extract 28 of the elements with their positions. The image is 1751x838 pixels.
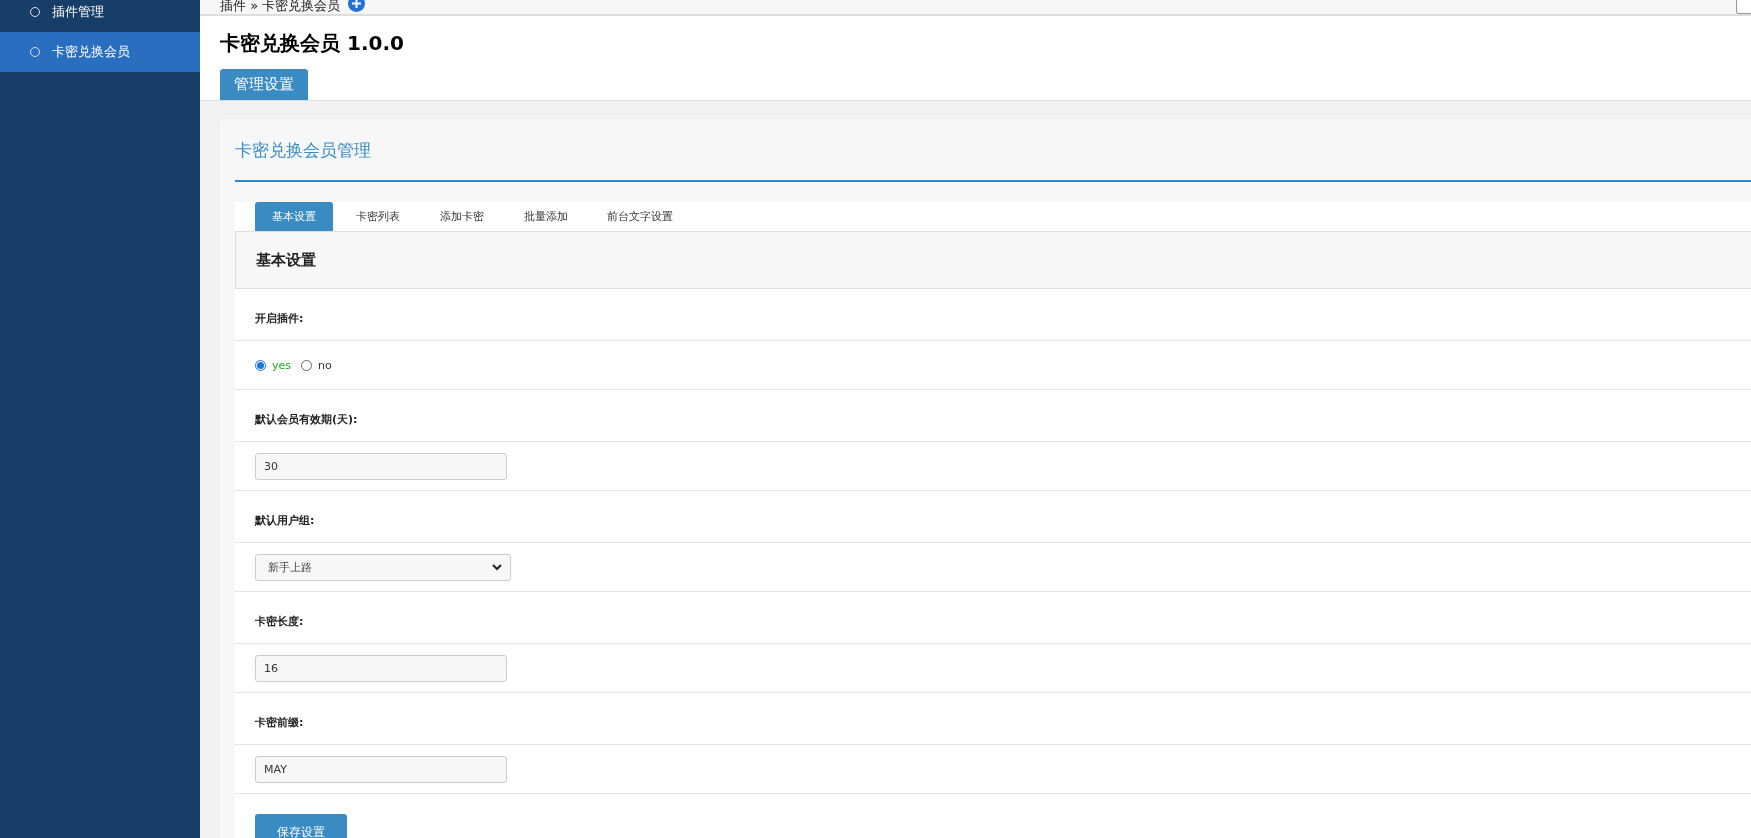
radio-button[interactable]: [301, 359, 312, 371]
field-label: 卡密长度:: [255, 614, 304, 629]
chevron-down-icon: [492, 563, 502, 571]
save-button[interactable]: 保存设置: [255, 814, 347, 838]
page-title: 卡密兑换会员 1.0.0: [220, 30, 405, 57]
settings-tab[interactable]: 添加卡密: [423, 202, 501, 231]
input-field[interactable]: MAY: [255, 755, 507, 783]
section-title: 基本设置: [256, 251, 316, 269]
field-label: 开启插件:: [255, 311, 304, 326]
sidebar-item[interactable]: 插件管理: [0, 0, 200, 32]
settings-tab[interactable]: 卡密列表: [339, 202, 417, 231]
field-label: 默认会员有效期(天):: [255, 412, 358, 427]
settings-tab[interactable]: 前台文字设置: [591, 202, 689, 231]
field-label: 默认用户组:: [255, 513, 315, 528]
corner-button[interactable]: [1736, 0, 1751, 14]
sidebar-item[interactable]: 卡密兑换会员: [0, 32, 200, 72]
plus-icon[interactable]: [348, 0, 366, 12]
radio-label: no: [318, 358, 332, 372]
input-field[interactable]: 30: [255, 452, 507, 480]
settings-tab[interactable]: 批量添加: [507, 202, 585, 231]
settings-tab[interactable]: 基本设置: [255, 202, 333, 231]
card-title: 卡密兑换会员管理: [235, 119, 1751, 182]
page-tab[interactable]: 管理设置: [220, 69, 308, 100]
radio-button[interactable]: [255, 359, 266, 371]
select-field[interactable]: 新手上路: [255, 553, 511, 581]
radio-label: yes: [272, 358, 291, 372]
field-label: 卡密前缀:: [255, 715, 304, 730]
input-field[interactable]: 16: [255, 654, 507, 682]
